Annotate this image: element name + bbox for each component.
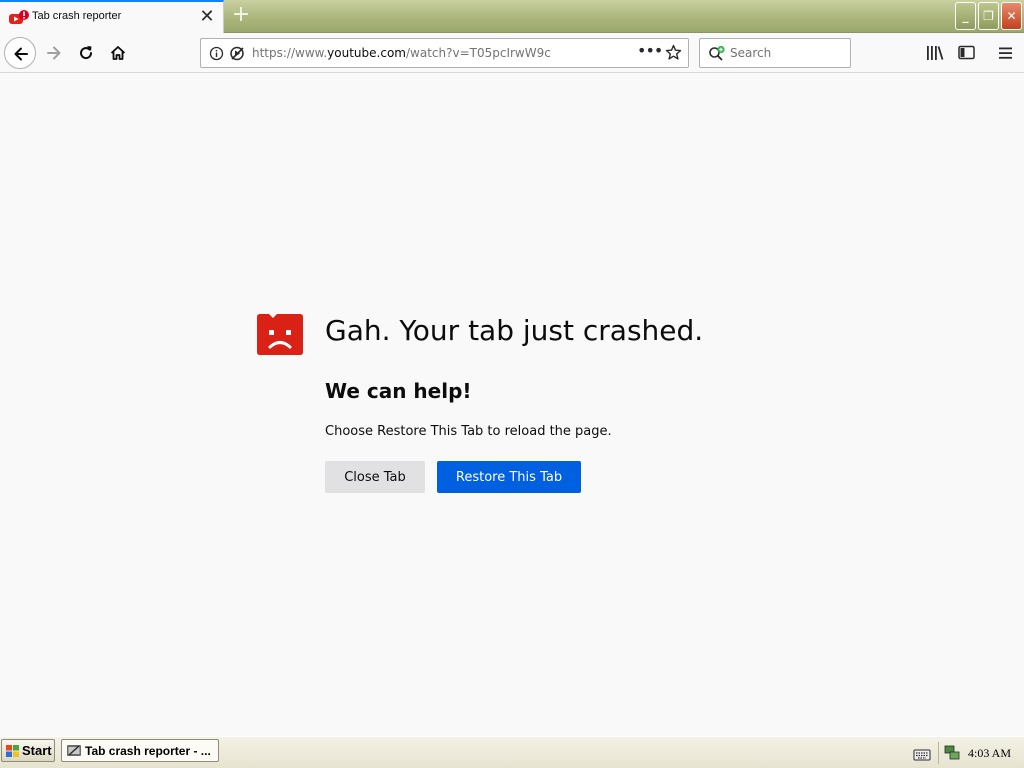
navigation-toolbar: https://www.youtube.com/watch?v=T05pcIrw… <box>0 33 1024 73</box>
autoplay-blocked-icon[interactable] <box>229 46 246 65</box>
forward-button[interactable] <box>38 37 70 69</box>
url-prefix: https://www. <box>252 46 328 60</box>
window-controls: _ ❐ ✕ <box>955 2 1022 30</box>
url-text[interactable]: https://www.youtube.com/watch?v=T05pcIrw… <box>252 46 551 60</box>
url-domain: youtube.com <box>327 46 406 60</box>
url-path: /watch?v=T05pcIrwW9c <box>405 46 551 60</box>
sad-tab-crash-icon <box>255 313 305 360</box>
page-actions-icon[interactable]: ••• <box>637 41 663 60</box>
tab-crash-reporter[interactable]: Tab crash reporter ✕ <box>0 0 224 34</box>
crash-subtitle: We can help! <box>325 379 472 403</box>
window-titlebar: Tab crash reporter ✕ + _ ❐ ✕ <box>0 0 1024 34</box>
search-bar[interactable] <box>699 38 851 68</box>
keyboard-icon[interactable] <box>913 746 931 765</box>
site-info-icon[interactable] <box>209 46 224 65</box>
crash-message: Choose Restore This Tab to reload the pa… <box>325 424 612 439</box>
reload-button[interactable] <box>70 37 102 69</box>
search-icon <box>708 45 726 66</box>
back-arrow-icon <box>14 47 28 61</box>
restore-window-button[interactable]: ❐ <box>978 2 999 30</box>
network-icon[interactable] <box>943 744 961 765</box>
crashed-youtube-favicon-icon <box>8 10 30 26</box>
program-icon <box>66 743 82 761</box>
close-tab-button[interactable]: Close Tab <box>325 461 425 493</box>
back-button[interactable] <box>4 37 36 69</box>
minimize-button[interactable]: _ <box>955 2 976 30</box>
hamburger-menu-icon[interactable] <box>998 45 1013 64</box>
windows-logo-icon <box>5 744 20 761</box>
home-button[interactable] <box>102 37 134 69</box>
taskbar: Start Tab crash reporter - ... 4:03 AM <box>0 736 1024 768</box>
crash-title: Gah. Your tab just crashed. <box>325 314 704 347</box>
taskbar-item-label: Tab crash reporter - ... <box>85 744 211 758</box>
clock: 4:03 AM <box>968 746 1012 760</box>
url-bar[interactable]: https://www.youtube.com/watch?v=T05pcIrw… <box>200 38 689 68</box>
sidebar-toggle-icon[interactable] <box>958 45 975 64</box>
close-window-button[interactable]: ✕ <box>1001 2 1022 30</box>
search-input[interactable] <box>730 44 845 62</box>
taskbar-item-tab-crash-reporter[interactable]: Tab crash reporter - ... <box>61 739 219 762</box>
new-tab-button[interactable]: + <box>228 4 254 28</box>
restore-tab-button[interactable]: Restore This Tab <box>437 461 581 493</box>
forward-arrow-icon <box>47 46 61 60</box>
reload-icon <box>80 46 93 60</box>
tray-divider <box>938 742 939 764</box>
library-icon[interactable] <box>926 45 944 65</box>
start-label: Start <box>22 743 52 758</box>
tab-title: Tab crash reporter <box>32 10 122 22</box>
tab-close-icon[interactable]: ✕ <box>198 8 216 27</box>
bookmark-star-icon[interactable] <box>665 44 682 65</box>
system-tray: 4:03 AM <box>906 737 1024 768</box>
start-button[interactable]: Start <box>1 739 55 762</box>
home-icon <box>110 46 126 60</box>
crash-page: Gah. Your tab just crashed. We can help!… <box>0 74 1024 736</box>
